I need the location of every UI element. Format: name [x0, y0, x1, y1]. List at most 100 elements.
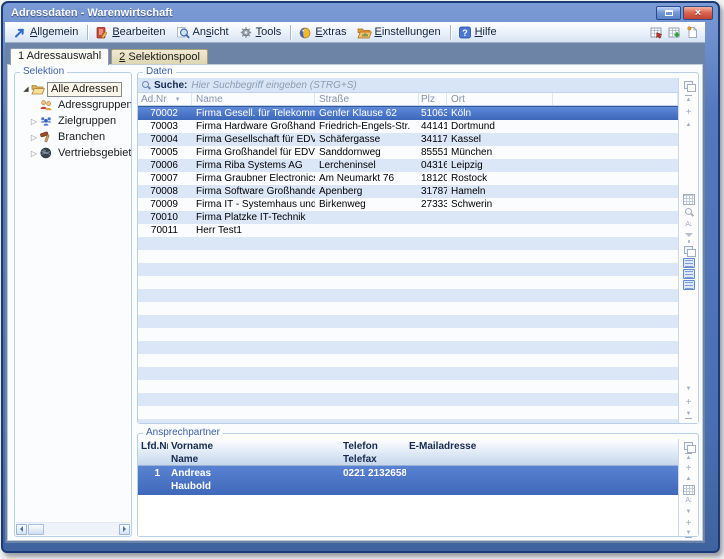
table-cell	[192, 354, 315, 367]
scroll-to-top-icon[interactable]: ▲	[682, 93, 696, 105]
contact-columns-icon[interactable]	[682, 485, 696, 495]
menu-ansicht[interactable]: Ansicht	[172, 25, 235, 40]
tree-item-branchen[interactable]: ▷ Branchen	[15, 129, 131, 145]
add-row-bottom-icon[interactable]: +	[682, 396, 696, 408]
folder-open-icon	[31, 83, 47, 95]
column-header-ort[interactable]: Ort	[447, 93, 553, 105]
tree-item-alle-adressen[interactable]: ◢ Alle Adressen	[15, 81, 131, 97]
grid-view-3-icon[interactable]	[683, 280, 695, 290]
table-cell	[419, 302, 447, 315]
export-table-icon[interactable]	[650, 26, 663, 39]
table-row[interactable]: 70010Firma Platzke IT-Technik	[138, 211, 678, 224]
contact-sort-icon[interactable]: A↓	[682, 496, 696, 506]
import-table-icon[interactable]	[668, 26, 681, 39]
column-chooser-icon[interactable]	[682, 193, 696, 205]
table-row[interactable]: 70008Firma Software Großhandel Lübke AGA…	[138, 185, 678, 198]
scroll-to-bottom-icon[interactable]: ▼	[682, 409, 696, 421]
contact-table-header: Lfd.Nr. VornameName TelefonTelefax E-Mai…	[138, 439, 678, 466]
table-cell	[419, 315, 447, 328]
tree-expander-icon[interactable]: ▷	[29, 149, 39, 158]
column-header-name[interactable]: Name	[192, 93, 315, 105]
new-document-icon[interactable]	[686, 26, 699, 39]
table-cell: 70002	[138, 107, 192, 120]
table-cell	[315, 406, 419, 419]
tree-expander-icon[interactable]: ▷	[29, 133, 39, 142]
table-cell	[553, 211, 678, 224]
table-cell	[315, 367, 419, 380]
scroll-right-button[interactable]	[119, 524, 130, 535]
daten-group-label: Daten	[143, 66, 176, 78]
sort-grid-icon[interactable]: A↓	[682, 219, 696, 231]
contact-scroll-top-icon[interactable]: ▲	[682, 452, 696, 462]
table-cell: München	[447, 146, 553, 159]
copy-rows-icon[interactable]	[682, 245, 696, 257]
table-cell: Kassel	[447, 133, 553, 146]
table-row[interactable]: 70007Firma Graubner Electronics GmbHAm N…	[138, 172, 678, 185]
grid-view-2-icon[interactable]	[683, 269, 695, 279]
table-cell	[553, 354, 678, 367]
tree-item-adressgruppen[interactable]: Adressgruppen	[15, 97, 131, 113]
table-cell	[315, 328, 419, 341]
move-up-icon[interactable]: ▲	[682, 119, 696, 131]
column-header-strasse[interactable]: Straße	[315, 93, 419, 105]
tree-item-zielgruppen[interactable]: ▷ Zielgruppen	[15, 113, 131, 129]
menu-hilfe[interactable]: ? Hilfe	[454, 25, 503, 40]
table-cell	[192, 276, 315, 289]
restore-window-button[interactable]	[656, 6, 681, 20]
filter-grid-icon[interactable]	[682, 232, 696, 244]
tree-item-vertriebsgebiete[interactable]: ▷ Vertriebsgebiete	[15, 145, 131, 161]
menu-extras[interactable]: Extras	[294, 25, 352, 40]
search-grid-icon[interactable]	[682, 206, 696, 218]
table-row-empty	[138, 289, 678, 302]
tree-expander-icon[interactable]: ▷	[29, 117, 39, 126]
table-cell	[315, 224, 419, 237]
menu-bearbeiten[interactable]: Bearbeiten	[91, 25, 171, 40]
table-row[interactable]: 70011Herr Test1	[138, 224, 678, 237]
add-contact-bottom-icon[interactable]: +	[682, 518, 696, 528]
table-row[interactable]: 70002Firma Gesell. für Telekommunikation…	[138, 106, 678, 120]
contact-row[interactable]: 1 AndreasHaubold 0221 2132658	[138, 466, 678, 495]
add-contact-icon[interactable]: +	[682, 463, 696, 473]
daten-strip-top: ▲+▲	[682, 80, 696, 131]
tools-gear-icon	[239, 26, 253, 39]
tree-horizontal-scrollbar[interactable]	[16, 522, 130, 535]
table-row[interactable]: 70006Firma Riba Systems AGLercheninsel04…	[138, 159, 678, 172]
search-input[interactable]: Suche: Hier Suchbegriff eingeben (STRG+S…	[138, 78, 678, 93]
table-cell	[315, 315, 419, 328]
contact-move-down-icon[interactable]: ▼	[682, 507, 696, 517]
table-cell	[192, 237, 315, 250]
detach-grid-icon[interactable]	[682, 80, 696, 92]
table-cell	[419, 289, 447, 302]
tab-adressauswahl[interactable]: 1 Adressauswahl	[10, 48, 109, 65]
column-header-plz[interactable]: Plz	[419, 93, 447, 105]
table-cell	[553, 120, 678, 133]
table-cell	[192, 367, 315, 380]
table-row[interactable]: 70004Firma Gesellschaft für EDV - System…	[138, 133, 678, 146]
table-row[interactable]: 70003Firma Hardware Großhandel DortmundF…	[138, 120, 678, 133]
menu-einstellungen[interactable]: Einstellungen	[353, 25, 447, 40]
close-window-button[interactable]: ×	[683, 6, 713, 20]
table-row-empty	[138, 354, 678, 367]
table-cell	[553, 146, 678, 159]
table-cell	[138, 380, 192, 393]
contact-scroll-bottom-icon[interactable]: ▼	[682, 529, 696, 539]
menu-allgemein[interactable]: Allgemein	[9, 25, 84, 40]
tree-expander-icon[interactable]: ◢	[21, 85, 31, 93]
column-header-adnr[interactable]: Ad.Nr▼	[138, 93, 192, 105]
add-row-icon[interactable]: +	[682, 106, 696, 118]
table-cell	[315, 263, 419, 276]
table-row[interactable]: 70009Firma IT - Systemhaus und Großhande…	[138, 198, 678, 211]
scrollbar-thumb[interactable]	[28, 524, 44, 535]
detach-contact-grid-icon[interactable]	[682, 441, 696, 451]
menu-tools[interactable]: Tools	[235, 25, 288, 40]
table-row[interactable]: 70005Firma Großhandel für EDV HutnerSand…	[138, 146, 678, 159]
titlebar[interactable]: Adressdaten - Warenwirtschaft ×	[3, 3, 718, 22]
grid-view-1-icon[interactable]	[683, 258, 695, 268]
scroll-left-button[interactable]	[16, 524, 27, 535]
table-cell	[447, 237, 553, 250]
contact-move-up-icon[interactable]: ▲	[682, 474, 696, 484]
tab-selektionspool[interactable]: 2 Selektionspool	[111, 49, 208, 64]
table-cell	[447, 302, 553, 315]
table-cell	[553, 328, 678, 341]
move-down-icon[interactable]: ▼	[682, 383, 696, 395]
